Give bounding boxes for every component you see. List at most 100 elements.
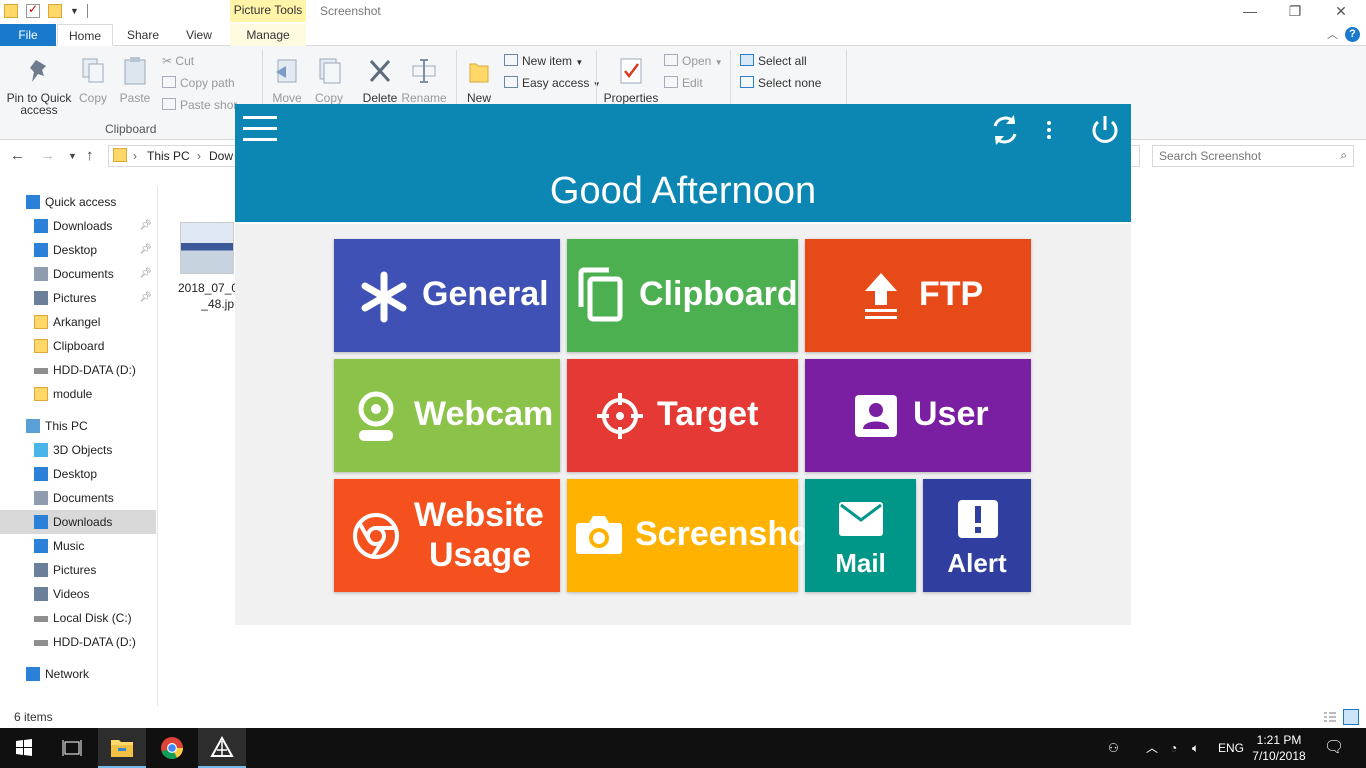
move-to-button[interactable]: Move <box>270 56 304 104</box>
nav-item[interactable]: HDD-DATA (D:) <box>0 630 156 654</box>
nav-item[interactable]: Downloads 📌︎ <box>0 214 156 238</box>
file-name[interactable]: 2018_07_0 _48.jp <box>178 280 238 312</box>
nav-item[interactable]: This PC <box>0 414 156 438</box>
nav-item[interactable]: Music <box>0 534 156 558</box>
network-status-icon[interactable]: ◔ <box>1170 728 1177 768</box>
pin-icon[interactable]: 📌︎ <box>139 262 152 286</box>
nav-item[interactable]: Desktop 📌︎ <box>0 238 156 262</box>
nav-item[interactable]: Documents <box>0 486 156 510</box>
nav-item[interactable]: Desktop <box>0 462 156 486</box>
tab-file[interactable]: File <box>0 24 56 46</box>
copy-to-button[interactable]: Copy <box>312 56 346 104</box>
nav-item[interactable]: module <box>0 382 156 406</box>
restore-button[interactable]: ❐ <box>1272 0 1318 24</box>
nav-item[interactable]: Videos <box>0 582 156 606</box>
nav-item[interactable]: Downloads <box>0 510 156 534</box>
nav-item[interactable]: Documents 📌︎ <box>0 262 156 286</box>
tile-mail[interactable]: Mail <box>805 479 916 592</box>
tile-user[interactable]: User <box>805 359 1031 472</box>
file-thumbnail[interactable] <box>180 222 234 274</box>
select-all-button[interactable]: Select all <box>740 52 807 70</box>
qat-dropdown-icon[interactable]: ▼ <box>70 6 79 16</box>
nav-item-label: Downloads <box>53 515 113 529</box>
new-folder-button[interactable]: New <box>462 56 496 104</box>
paste-icon <box>124 57 146 85</box>
tile-target[interactable]: Target <box>567 359 798 472</box>
back-arrow-icon[interactable]: ← <box>10 147 25 164</box>
paste-shortcut-button[interactable]: Paste shor <box>162 96 237 114</box>
easy-access-button[interactable]: Easy access ▼ <box>504 74 601 92</box>
hamburger-menu-icon[interactable] <box>243 116 277 142</box>
pin-icon[interactable]: 📌︎ <box>139 214 152 238</box>
tile-website-usage[interactable]: Website Usage <box>334 479 560 592</box>
tab-share[interactable]: Share <box>118 24 168 46</box>
new-item-button[interactable]: New item ▼ <box>504 52 583 70</box>
rename-button[interactable]: Rename <box>400 56 448 104</box>
chrome-taskbar-button[interactable] <box>148 728 196 768</box>
action-center-icon[interactable]: 🗨︎ <box>1324 728 1344 768</box>
pin-icon[interactable]: 📌︎ <box>139 286 152 310</box>
nav-item[interactable]: Pictures 📌︎ <box>0 286 156 310</box>
new-folder-icon[interactable] <box>48 4 62 18</box>
refresh-icon[interactable] <box>987 112 1023 148</box>
people-icon[interactable]: ⚇ <box>1108 728 1119 768</box>
close-button[interactable]: ✕ <box>1318 0 1364 24</box>
tile-screenshot[interactable]: Screenshot <box>567 479 820 592</box>
more-options-icon[interactable] <box>1039 112 1059 148</box>
open-button[interactable]: Open ▼ <box>664 52 723 70</box>
forward-arrow-icon[interactable]: → <box>40 147 55 164</box>
language-indicator[interactable]: ENG <box>1218 728 1244 768</box>
cut-button[interactable]: ✂ Cut <box>162 52 194 70</box>
breadcrumb-this-pc[interactable]: This PC <box>147 149 190 163</box>
task-view-button[interactable] <box>48 728 96 768</box>
nav-item[interactable]: Clipboard <box>0 334 156 358</box>
tab-view[interactable]: View <box>174 24 224 46</box>
tile-label-ftp: FTP <box>919 275 984 313</box>
clock[interactable]: 1:21 PM 7/10/2018 <box>1244 732 1314 764</box>
tab-manage[interactable]: Manage <box>232 24 304 46</box>
nav-item[interactable]: Network <box>0 662 156 686</box>
tab-home[interactable]: Home <box>57 24 113 46</box>
breadcrumb-downloads[interactable]: Dow <box>209 149 233 163</box>
tile-alert[interactable]: Alert <box>923 479 1031 592</box>
nav-item[interactable]: 3D Objects <box>0 438 156 462</box>
collapse-ribbon-icon[interactable]: ︿ <box>1327 26 1338 42</box>
clock-date: 7/10/2018 <box>1252 749 1306 763</box>
file-explorer-taskbar-button[interactable] <box>98 728 146 768</box>
copy-path-button[interactable]: Copy path <box>162 74 235 92</box>
start-button[interactable] <box>0 728 48 768</box>
delete-button[interactable]: Delete <box>360 56 400 104</box>
paste-button[interactable]: Paste <box>118 56 152 104</box>
app-taskbar-button[interactable] <box>198 728 246 768</box>
pin-icon[interactable]: 📌︎ <box>139 238 152 262</box>
tile-general[interactable]: General <box>334 239 560 352</box>
edit-button[interactable]: Edit <box>664 74 703 92</box>
nav-item[interactable]: Pictures <box>0 558 156 582</box>
search-icon[interactable]: ⌕ <box>1340 148 1347 163</box>
tile-clipboard[interactable]: Clipboard <box>567 239 798 352</box>
up-arrow-icon[interactable]: ↑ <box>86 147 94 164</box>
search-input[interactable]: Search Screenshot ⌕ <box>1152 145 1354 167</box>
properties-icon[interactable] <box>26 2 40 18</box>
nav-item[interactable]: Arkangel <box>0 310 156 334</box>
copy-button[interactable]: Copy <box>76 56 110 104</box>
help-icon[interactable]: ? <box>1345 27 1360 42</box>
select-none-button[interactable]: Select none <box>740 74 821 92</box>
minimize-button[interactable]: — <box>1227 0 1273 24</box>
file-name-line2: _48.jp <box>201 297 234 311</box>
nav-item[interactable]: Local Disk (C:) <box>0 606 156 630</box>
large-icons-view-icon[interactable] <box>1343 709 1359 725</box>
nav-item[interactable]: Quick access <box>0 190 156 214</box>
properties-button[interactable]: Properties <box>602 56 660 104</box>
recent-locations-icon[interactable]: ▼ <box>68 151 77 161</box>
power-icon[interactable] <box>1087 112 1123 148</box>
pin-quick-access-label: Pin to Quick access <box>6 91 72 117</box>
windows-logo-icon <box>16 739 32 756</box>
tile-webcam[interactable]: Webcam <box>334 359 560 472</box>
nav-item[interactable]: HDD-DATA (D:) <box>0 358 156 382</box>
tile-ftp[interactable]: FTP <box>805 239 1031 352</box>
volume-icon[interactable]: 🔈︎ <box>1192 728 1199 768</box>
show-hidden-icons-icon[interactable]: ︿ <box>1146 728 1158 768</box>
pin-quick-access-button[interactable]: Pin to Quick access <box>4 56 74 116</box>
details-view-icon[interactable] <box>1322 709 1338 725</box>
